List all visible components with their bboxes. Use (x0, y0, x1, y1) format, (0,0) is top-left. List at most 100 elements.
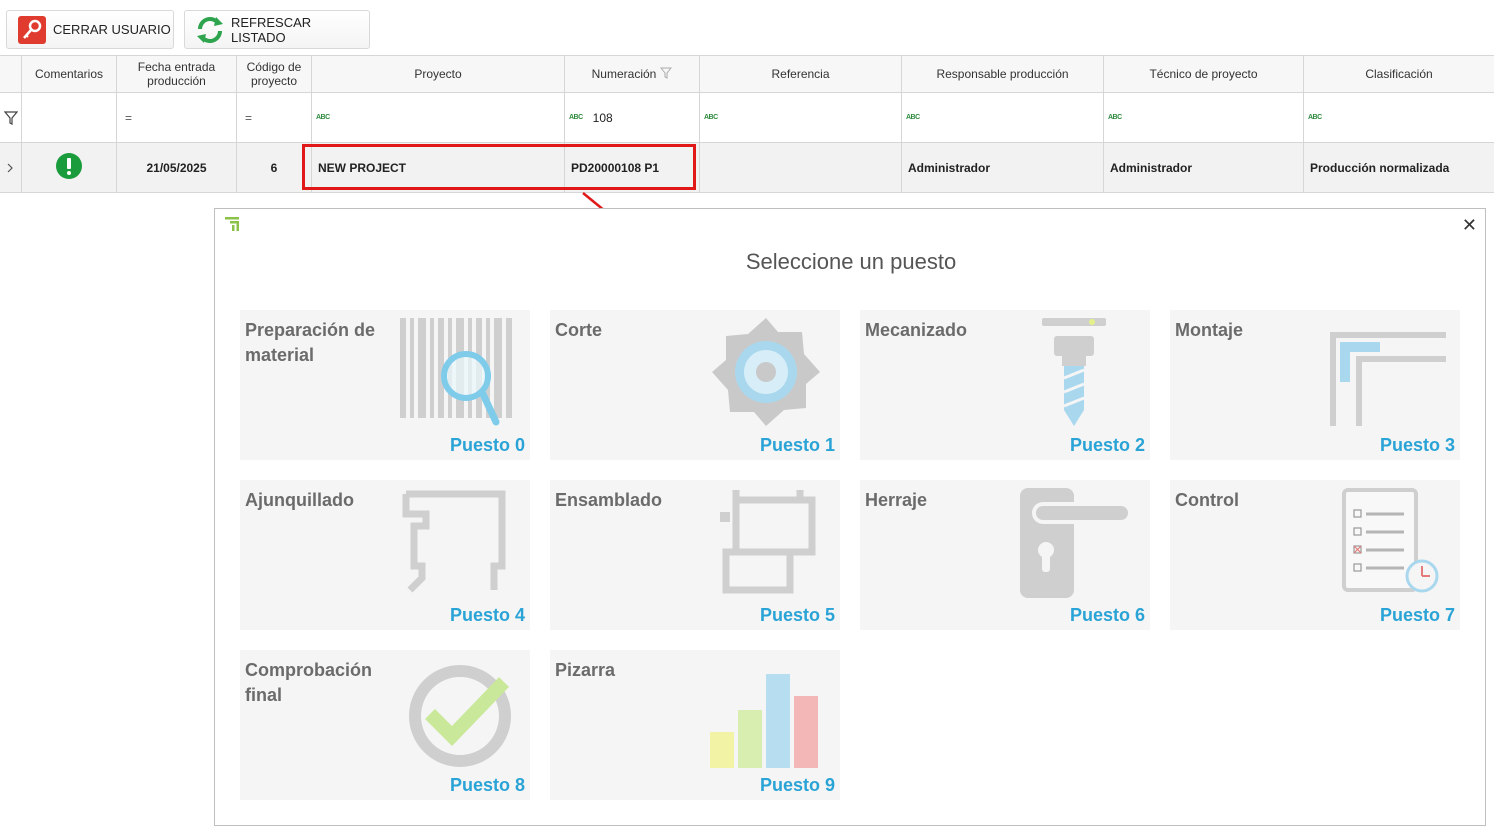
station-name: Preparación de material (245, 320, 376, 365)
grid-filter-row: = = ABC ABC 108 ABC ABC ABC ABC (0, 93, 1494, 143)
col-header-label: Responsable producción (936, 67, 1069, 81)
cell-text: 6 (270, 160, 278, 175)
station-tile-0[interactable]: Preparación de material Puesto 0 (240, 310, 530, 460)
cell-comentarios (22, 143, 117, 192)
expand-row-icon[interactable] (0, 143, 22, 192)
station-tile-5[interactable]: Ensamblado Puesto 5 (550, 480, 840, 630)
col-header-numeracion[interactable]: Numeración (565, 56, 700, 92)
station-number: Puesto 1 (759, 435, 835, 455)
station-name: Control (1175, 490, 1239, 510)
col-header-comentarios[interactable]: Comentarios (22, 56, 117, 92)
door-handle-icon (1016, 486, 1136, 603)
profile-icon (402, 486, 512, 603)
check-circle-icon (404, 656, 516, 773)
cell-text: Producción normalizada (1310, 160, 1450, 175)
station-number: Puesto 0 (449, 435, 525, 455)
cell-clasificacion: Producción normalizada (1304, 143, 1494, 192)
close-user-button[interactable]: CERRAR USUARIO (6, 10, 174, 49)
text-operator-icon[interactable]: ABC (569, 114, 583, 121)
station-name: Mecanizado (865, 320, 968, 340)
col-header-codigo[interactable]: Código de proyecto (237, 56, 312, 92)
cell-text: Administrador (908, 160, 991, 175)
cell-tecnico: Administrador (1104, 143, 1304, 192)
station-number: Puesto 7 (1379, 605, 1455, 625)
annotation-highlight-box (302, 144, 696, 190)
select-station-dialog: ✕ Seleccione un puesto Preparación de ma… (214, 208, 1486, 826)
col-header-label: Referencia (771, 67, 830, 81)
filter-numeracion[interactable]: ABC 108 (565, 93, 700, 142)
station-number: Puesto 2 (1069, 435, 1145, 455)
production-grid: Comentarios Fecha entrada producción Códi… (0, 55, 1494, 193)
grid-header-row: Comentarios Fecha entrada producción Códi… (0, 56, 1494, 93)
drill-bit-icon (1040, 316, 1110, 433)
cell-responsable: Administrador (902, 143, 1104, 192)
close-user-label: CERRAR USUARIO (53, 22, 171, 37)
col-header-fecha[interactable]: Fecha entrada producción (117, 56, 237, 92)
col-header-label: Proyecto (414, 67, 462, 81)
station-number: Puesto 8 (449, 775, 525, 795)
station-tile-2[interactable]: Mecanizado Puesto 2 (860, 310, 1150, 460)
text-operator-icon[interactable]: ABC (1308, 114, 1322, 121)
filter-clasificacion[interactable]: ABC (1304, 93, 1494, 142)
station-tile-8[interactable]: Comprobación final Puesto 8 (240, 650, 530, 800)
text-operator-icon[interactable]: ABC (316, 114, 330, 121)
station-tile-9[interactable]: Pizarra Puesto 9 (550, 650, 840, 800)
text-operator-icon[interactable]: ABC (704, 114, 718, 121)
station-tile-6[interactable]: Herraje Puesto 6 (860, 480, 1150, 630)
filter-responsable[interactable]: ABC (902, 93, 1104, 142)
filter-tecnico[interactable]: ABC (1104, 93, 1304, 142)
frame-corner-icon (1328, 316, 1450, 433)
assembly-icon (720, 486, 820, 603)
col-header-label: Comentarios (34, 67, 104, 81)
text-operator-icon[interactable]: ABC (906, 114, 920, 121)
table-row[interactable]: 21/05/2025 6 NEW PROJECT PD20000108 P1 A… (0, 143, 1494, 193)
filter-row-icon (0, 93, 22, 142)
cell-referencia (700, 143, 902, 192)
station-number: Puesto 5 (759, 605, 835, 625)
alert-status-icon[interactable] (55, 152, 83, 183)
equals-operator-icon[interactable]: = (245, 111, 252, 125)
refresh-list-button[interactable]: REFRESCAR LISTADO (184, 10, 370, 49)
col-header-clasificacion[interactable]: Clasificación (1304, 56, 1494, 92)
station-number: Puesto 3 (1379, 435, 1455, 455)
col-header-label: producción (147, 74, 206, 88)
filter-comentarios[interactable] (22, 93, 117, 142)
cell-codigo: 6 (237, 143, 312, 192)
col-header-label: Clasificación (1365, 67, 1433, 81)
station-number: Puesto 4 (449, 605, 525, 625)
checklist-icon (1340, 486, 1450, 603)
filter-numeracion-value[interactable]: 108 (593, 111, 613, 125)
filter-proyecto[interactable]: ABC (312, 93, 565, 142)
col-header-responsable[interactable]: Responsable producción (902, 56, 1104, 92)
station-name: Ensamblado (555, 490, 663, 510)
col-header-label: proyecto (250, 74, 298, 88)
col-header-label: Técnico de proyecto (1149, 67, 1258, 81)
station-tile-3[interactable]: Montaje Puesto 3 (1170, 310, 1460, 460)
filter-fecha[interactable]: = (117, 93, 237, 142)
station-tile-7[interactable]: Control Puesto 7 (1170, 480, 1460, 630)
refresh-icon (195, 15, 225, 45)
station-number: Puesto 6 (1069, 605, 1145, 625)
station-name: Herraje (865, 490, 928, 510)
bar-chart-icon (706, 668, 826, 773)
close-icon[interactable]: ✕ (1462, 215, 1477, 236)
station-name: Corte (555, 320, 603, 340)
column-filter-icon[interactable] (660, 67, 673, 82)
station-name: Montaje (1175, 320, 1244, 340)
col-header-label: Fecha entrada (137, 60, 216, 74)
col-header-proyecto[interactable]: Proyecto (312, 56, 565, 92)
filter-referencia[interactable]: ABC (700, 93, 902, 142)
col-header-referencia[interactable]: Referencia (700, 56, 902, 92)
filter-codigo[interactable]: = (237, 93, 312, 142)
station-tile-4[interactable]: Ajunquillado Puesto 4 (240, 480, 530, 630)
refresh-list-label: REFRESCAR LISTADO (231, 14, 312, 45)
col-header-label: Código de (246, 60, 302, 74)
cell-text: Administrador (1110, 160, 1193, 175)
saw-blade-icon (700, 316, 830, 433)
station-tile-1[interactable]: Corte Puesto 1 (550, 310, 840, 460)
station-name: Ajunquillado (245, 490, 354, 510)
key-icon (17, 15, 47, 45)
equals-operator-icon[interactable]: = (125, 111, 132, 125)
text-operator-icon[interactable]: ABC (1108, 114, 1122, 121)
col-header-tecnico[interactable]: Técnico de proyecto (1104, 56, 1304, 92)
